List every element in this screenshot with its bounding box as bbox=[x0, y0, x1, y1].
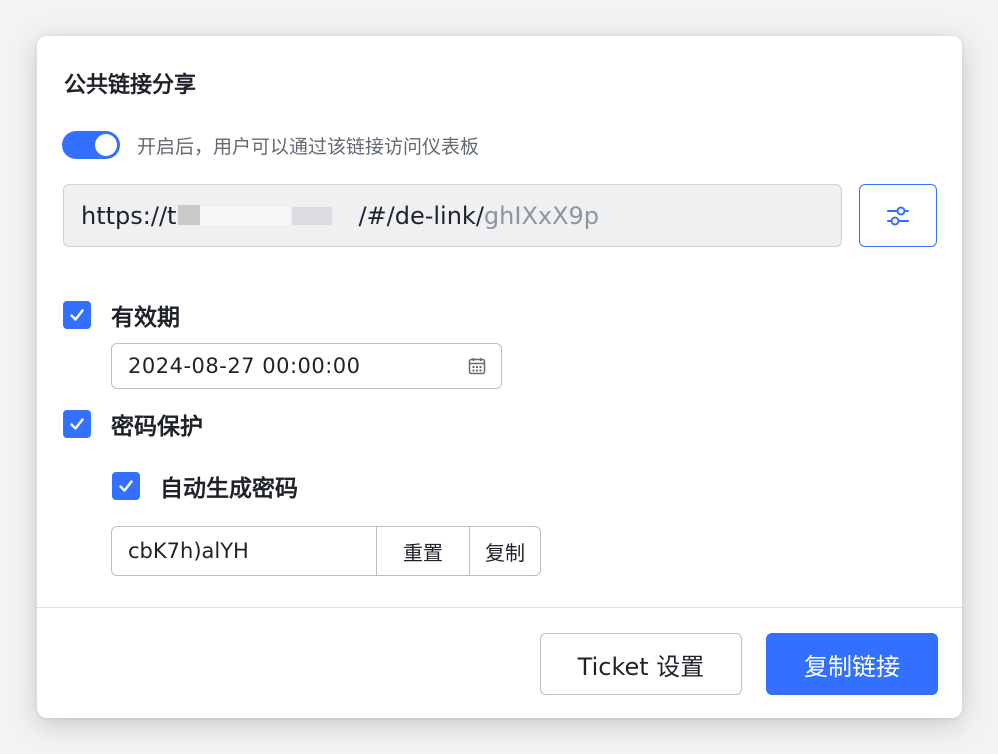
password-protection-row: 密码保护 bbox=[63, 407, 203, 441]
share-toggle-switch[interactable] bbox=[62, 131, 120, 159]
link-redacted-host bbox=[176, 203, 356, 229]
calendar-icon bbox=[468, 358, 486, 375]
sliders-icon bbox=[887, 206, 909, 225]
password-protection-label: 密码保护 bbox=[111, 414, 203, 440]
expiry-checkbox[interactable] bbox=[63, 301, 91, 329]
expiry-date-value: 2024-08-27 00:00:00 bbox=[128, 354, 361, 378]
share-dialog: 公共链接分享 开启后，用户可以通过该链接访问仪表板 https://t /#/d… bbox=[37, 36, 962, 718]
share-toggle-row: 开启后，用户可以通过该链接访问仪表板 bbox=[62, 131, 479, 159]
auto-password-row: 自动生成密码 bbox=[112, 469, 298, 503]
footer-divider bbox=[37, 607, 962, 608]
auto-password-checkbox[interactable] bbox=[112, 472, 140, 500]
toggle-knob bbox=[95, 134, 117, 156]
link-code: ghIXxX9p bbox=[483, 201, 600, 230]
expiry-date-picker[interactable]: 2024-08-27 00:00:00 bbox=[111, 343, 502, 389]
link-settings-button[interactable] bbox=[859, 184, 937, 247]
ticket-settings-button[interactable]: Ticket 设置 bbox=[540, 633, 742, 695]
password-group: cbK7h)alYH 重置 复制 bbox=[111, 526, 541, 576]
link-path: /#/de-link/ bbox=[358, 201, 484, 230]
password-field[interactable]: cbK7h)alYH bbox=[112, 527, 377, 575]
password-protection-checkbox[interactable] bbox=[63, 410, 91, 438]
copy-link-button[interactable]: 复制链接 bbox=[766, 633, 938, 695]
share-link-field[interactable]: https://t /#/de-link/ ghIXxX9p bbox=[63, 184, 842, 247]
checkmark-icon bbox=[70, 418, 84, 430]
checkmark-icon bbox=[70, 309, 84, 321]
copy-password-button[interactable]: 复制 bbox=[470, 527, 540, 575]
dialog-title: 公共链接分享 bbox=[64, 73, 197, 98]
link-prefix: https://t bbox=[81, 201, 177, 230]
reset-password-button[interactable]: 重置 bbox=[377, 527, 470, 575]
expiry-label: 有效期 bbox=[111, 305, 180, 331]
expiry-row: 有效期 bbox=[63, 298, 180, 332]
auto-password-label: 自动生成密码 bbox=[160, 476, 298, 502]
checkmark-icon bbox=[119, 480, 133, 492]
share-toggle-label: 开启后，用户可以通过该链接访问仪表板 bbox=[137, 135, 480, 158]
